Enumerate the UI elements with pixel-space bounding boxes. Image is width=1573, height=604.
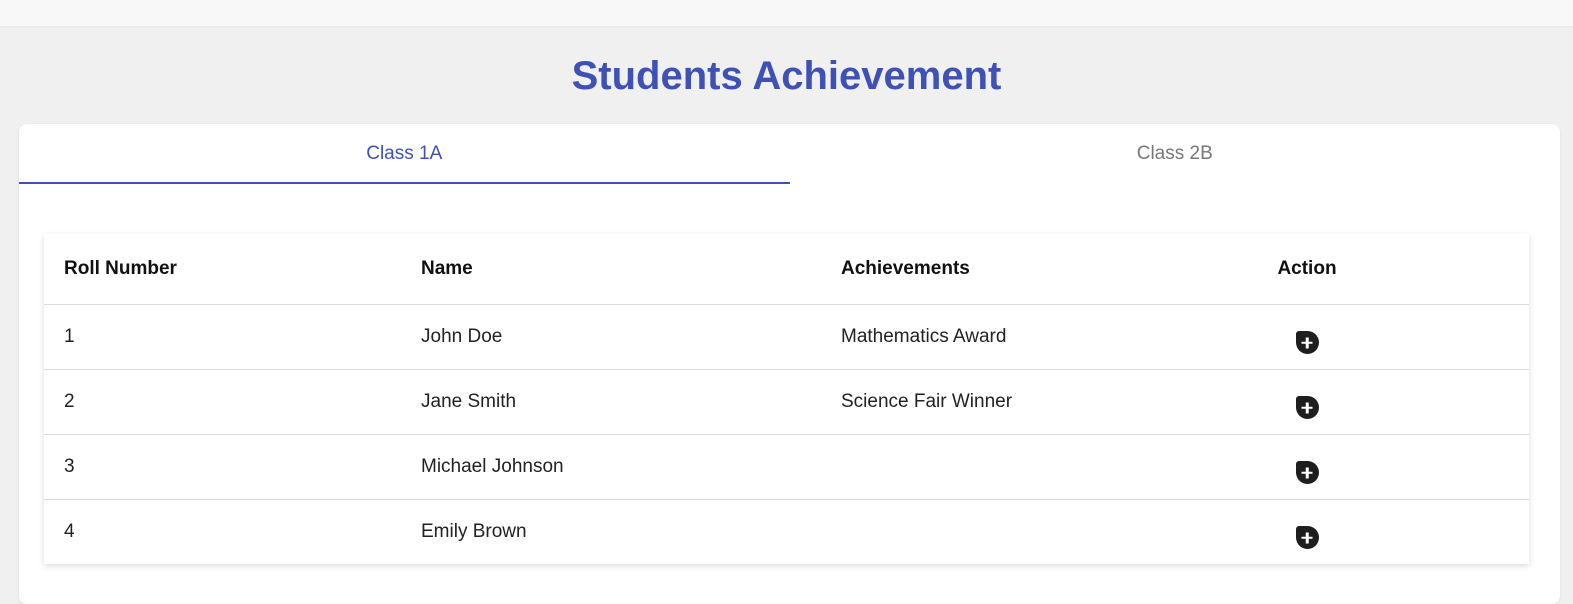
add-achievement-button[interactable] [1295,526,1319,550]
table-header-row: Roll Number Name Achievements Action [44,234,1529,304]
cell-roll-number: 1 [64,325,75,347]
cell-action [1233,499,1529,564]
students-table-container: Roll Number Name Achievements Action 1 J… [44,234,1529,564]
add-achievement-button[interactable] [1295,461,1319,484]
cell-achievements: Mathematics Award [841,325,1007,347]
cell-name: Jane Smith [421,390,517,412]
table-row: 2 Jane Smith Science Fair Winner [44,369,1529,434]
table-row: 1 John Doe Mathematics Award [44,304,1529,369]
cell-action [1233,434,1529,499]
header-action: Action [1277,257,1337,279]
cell-action [1233,369,1529,434]
tab-class-2b[interactable]: Class 2B [790,124,1561,184]
table-row: 4 Emily Brown [44,499,1529,564]
cell-action [1233,304,1529,369]
tabs-card: Class 1A Class 2B Roll Number Name Achie… [19,124,1560,604]
header-achievements: Achievements [841,257,970,279]
cell-achievements [821,434,1233,499]
class-tabs: Class 1A Class 2B [19,124,1560,184]
add-achievement-button[interactable] [1295,331,1319,354]
students-table: Roll Number Name Achievements Action 1 J… [44,234,1529,564]
cell-name: Emily Brown [421,520,527,542]
header-roll-number: Roll Number [64,257,177,279]
cell-achievements [821,499,1233,564]
cell-name: John Doe [421,325,503,347]
top-bar [0,0,1573,26]
cell-achievements: Science Fair Winner [841,390,1013,412]
add-achievement-button[interactable] [1295,396,1319,419]
table-row: 3 Michael Johnson [44,434,1529,499]
cell-roll-number: 2 [64,390,75,412]
cell-roll-number: 4 [64,520,75,542]
cell-name: Michael Johnson [421,455,564,477]
cell-roll-number: 3 [64,455,75,477]
page-title: Students Achievement [571,54,1002,98]
header-name: Name [421,257,473,279]
tab-class-1a[interactable]: Class 1A [19,124,790,184]
